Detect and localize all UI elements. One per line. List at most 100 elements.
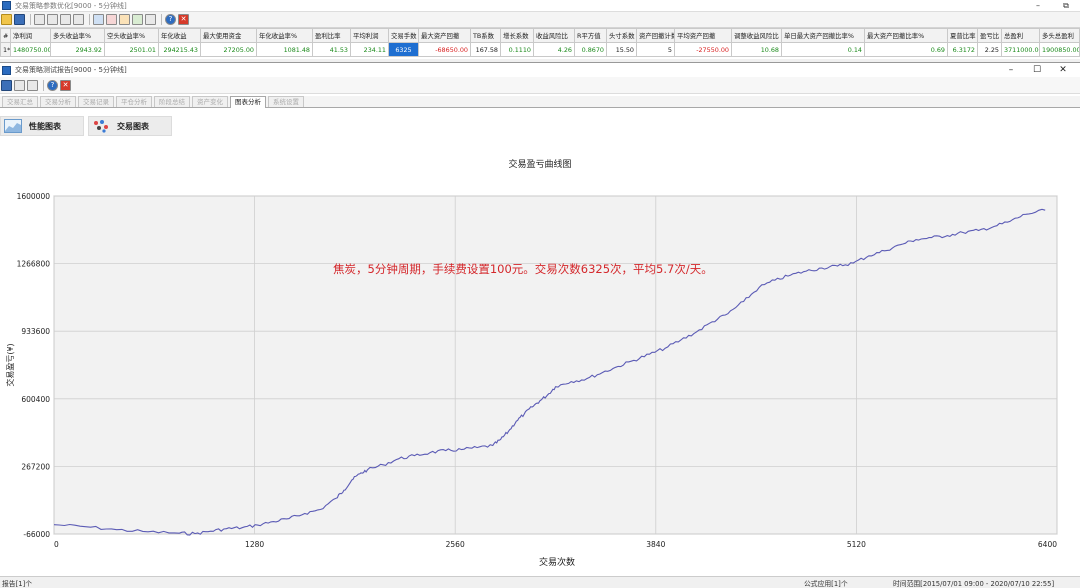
table-cell[interactable]: 167.58 — [470, 42, 501, 57]
table-cell[interactable]: 3711000.00 — [1001, 42, 1040, 57]
tab-7[interactable]: 系统设置 — [268, 96, 304, 107]
help-icon[interactable]: ? — [165, 14, 176, 25]
table-cell[interactable]: 5 — [636, 42, 675, 57]
chart-icon[interactable] — [106, 14, 117, 25]
column-header[interactable]: 最大使用资金 — [200, 28, 257, 43]
save-icon[interactable] — [14, 14, 25, 25]
y-tick-label: 600400 — [21, 395, 50, 404]
y-tick-label: 267200 — [21, 462, 50, 471]
table-cell[interactable]: 27205.00 — [200, 42, 257, 57]
y-tick-label: 1600000 — [17, 192, 51, 201]
report-minimize-button[interactable]: – — [998, 63, 1024, 77]
column-header[interactable]: 头寸系数 — [606, 28, 637, 43]
column-header[interactable]: 盈利比率 — [312, 28, 351, 43]
column-header[interactable]: # — [0, 28, 11, 43]
table-cell[interactable]: 2501.01 — [104, 42, 159, 57]
save-icon[interactable] — [1, 79, 12, 91]
table-cell[interactable]: 10.68 — [731, 42, 782, 57]
report-window-title: 交易策略测试报告[9000 - 5分钟线] — [15, 66, 127, 74]
column-header[interactable]: 多头收益率% — [50, 28, 105, 43]
trade-chart-label: 交易图表 — [117, 121, 149, 131]
column-header[interactable]: 收益风险比 — [533, 28, 575, 43]
tab-3[interactable]: 平仓分析 — [116, 96, 152, 107]
column-header[interactable]: 夏普比率 — [947, 28, 978, 43]
column-header[interactable]: 交易手数 — [388, 28, 419, 43]
tab-6[interactable]: 图表分析 — [230, 96, 266, 108]
toolbar-separator — [161, 14, 162, 25]
column-header[interactable]: 最大资产回撤比率% — [864, 28, 948, 43]
report-window: 交易策略测试报告[9000 - 5分钟线] – ☐ ✕ ? ✕ 交易汇总 交易分析… — [0, 62, 1080, 577]
print-icon[interactable] — [27, 79, 38, 91]
status-formula-count: 公式应用[1]个 — [804, 580, 848, 588]
run-icon[interactable] — [73, 14, 84, 25]
table-cell[interactable]: -27550.00 — [674, 42, 732, 57]
close-red-icon[interactable]: ✕ — [60, 79, 71, 91]
trade-chart-button[interactable]: 交易图表 — [88, 116, 172, 136]
copy-icon[interactable] — [14, 79, 25, 91]
column-header[interactable]: 盈亏比 — [977, 28, 1002, 43]
report-close-button[interactable]: ✕ — [1050, 63, 1076, 77]
table-cell[interactable]: 294215.43 — [158, 42, 201, 57]
column-header[interactable]: 平均资产回撤 — [674, 28, 732, 43]
table-cell[interactable]: 0.1110 — [500, 42, 534, 57]
main-restore-button[interactable]: ⧉ — [1052, 0, 1080, 11]
table-cell[interactable]: 0.14 — [781, 42, 865, 57]
table-cell[interactable]: 0.69 — [864, 42, 948, 57]
report-maximize-button[interactable]: ☐ — [1024, 63, 1050, 77]
table-cell[interactable]: 2.25 — [977, 42, 1002, 57]
table-cell[interactable]: 41.53 — [312, 42, 351, 57]
filter-icon[interactable] — [145, 14, 156, 25]
bar-chart-icon[interactable] — [119, 14, 130, 25]
column-header[interactable]: 年化收益率% — [256, 28, 313, 43]
table-cell[interactable]: 4.26 — [533, 42, 575, 57]
column-header[interactable]: 最大资产回撤 — [418, 28, 471, 43]
pie-chart-icon[interactable] — [132, 14, 143, 25]
y-tick-label: 1266800 — [17, 260, 51, 269]
tab-2[interactable]: 交易记录 — [78, 96, 114, 107]
tab-0[interactable]: 交易汇总 — [2, 96, 38, 107]
column-header[interactable]: R平方值 — [574, 28, 607, 43]
x-tick-label: 0 — [54, 540, 59, 549]
report-tabs: 交易汇总 交易分析 交易记录 平仓分析 阶段总结 资产变化 图表分析 系统设置 — [0, 96, 1080, 108]
table-cell[interactable]: 1900850.00 — [1039, 42, 1080, 57]
column-header[interactable]: 年化收益 — [158, 28, 201, 43]
table-row[interactable]: 1* 1480750.00 2943.92 2501.01 294215.43 27205… — [0, 42, 1080, 57]
settings-icon[interactable] — [60, 14, 71, 25]
main-title-bar: 交易策略参数优化[9000 - 5分钟线] – ⧉ — [0, 0, 1080, 12]
column-header[interactable]: 单日最大资产回撤比率% — [781, 28, 865, 43]
status-bar: 报告[1]个 公式应用[1]个 时间范围[2015/07/01 09:00 - … — [0, 576, 1080, 588]
column-header[interactable]: 总盈利 — [1001, 28, 1040, 43]
table-cell[interactable]: 6325 — [388, 42, 419, 57]
copy-icon[interactable] — [34, 14, 45, 25]
y-tick-label: -66000 — [23, 530, 50, 539]
table-cell[interactable]: 1480750.00 — [10, 42, 51, 57]
tab-5[interactable]: 资产变化 — [192, 96, 228, 107]
table-cell[interactable]: 2943.92 — [50, 42, 105, 57]
column-header[interactable]: 调整收益风险比 — [731, 28, 782, 43]
table-cell[interactable]: 1* — [0, 42, 11, 57]
report-icon[interactable] — [93, 14, 104, 25]
column-header[interactable]: 增长系数 — [500, 28, 534, 43]
column-header[interactable]: 平均利润 — [350, 28, 389, 43]
column-header[interactable]: TB系数 — [470, 28, 501, 43]
table-cell[interactable]: 15.50 — [606, 42, 637, 57]
column-header[interactable]: 资产回撤计数 — [636, 28, 675, 43]
open-folder-icon[interactable] — [1, 14, 12, 25]
column-header[interactable]: 空头收益率% — [104, 28, 159, 43]
table-cell[interactable]: 1081.48 — [256, 42, 313, 57]
close-red-icon[interactable]: ✕ — [178, 14, 189, 25]
column-header[interactable]: 多头总盈利 — [1039, 28, 1080, 43]
performance-chart-button[interactable]: 性能图表 — [0, 116, 84, 136]
table-cell[interactable]: 6.3172 — [947, 42, 978, 57]
tab-4[interactable]: 阶段总结 — [154, 96, 190, 107]
table-cell[interactable]: 234.11 — [350, 42, 389, 57]
tab-1[interactable]: 交易分析 — [40, 96, 76, 107]
main-minimize-button[interactable]: – — [1024, 0, 1052, 11]
app-root: 交易策略参数优化[9000 - 5分钟线] – ⧉ ? ✕ # 净利润 多头收益率%… — [0, 0, 1080, 588]
table-cell[interactable]: 0.8670 — [574, 42, 607, 57]
paste-icon[interactable] — [47, 14, 58, 25]
main-window-title: 交易策略参数优化[9000 - 5分钟线] — [15, 1, 127, 10]
table-cell[interactable]: -68650.00 — [418, 42, 471, 57]
help-icon[interactable]: ? — [47, 79, 58, 91]
column-header[interactable]: 净利润 — [10, 28, 51, 43]
